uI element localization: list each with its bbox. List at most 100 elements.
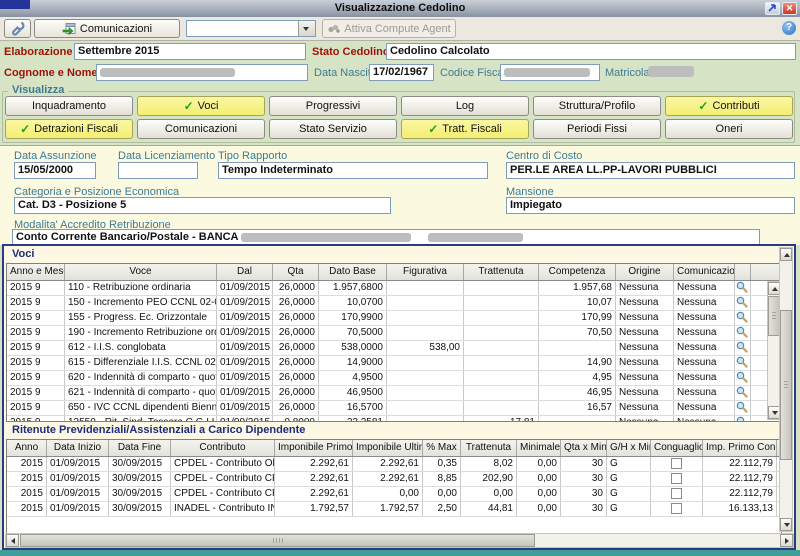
matricola-label: Matricola	[605, 67, 650, 79]
attiva-compute-agent-button[interactable]: Attiva Compute Agent	[322, 19, 456, 38]
ritenute-cell: 0,00	[517, 502, 561, 516]
voci-cell: 01/09/2015	[217, 371, 273, 385]
voci-row[interactable]: 2015 912550 - Rit. Sind. Tessera C.G.I.L…	[7, 416, 781, 422]
magnifier-icon[interactable]	[736, 375, 748, 385]
stato-cedolino-field[interactable]: Cedolino Calcolato	[386, 43, 796, 60]
triangle-left-icon	[11, 538, 15, 544]
check-icon: ✓	[428, 124, 438, 134]
centro-costo-field[interactable]: PER.LE AREA LL.PP-LAVORI PUBBLICI	[506, 162, 795, 179]
scroll-down-button[interactable]	[780, 518, 792, 531]
ritenute-row[interactable]: 201501/09/201530/09/2015CPDEL - Contribu…	[7, 487, 781, 502]
ritenute-row[interactable]: 201501/09/201530/09/2015CPDEL - Contribu…	[7, 472, 781, 487]
voci-row[interactable]: 2015 9620 - Indennità di comparto - quot…	[7, 371, 781, 386]
data-assunzione-field[interactable]: 15/05/2000	[14, 162, 96, 179]
ritenute-column-header-trattenuta: Trattenuta	[461, 440, 517, 456]
ritenute-row[interactable]: 201501/09/201530/09/2015INADEL - Contrib…	[7, 502, 781, 517]
visualizza-button-oneri[interactable]: Oneri	[665, 119, 793, 139]
visualizza-button-inquadramento[interactable]: Inquadramento	[5, 96, 133, 116]
triangle-right-icon	[785, 538, 789, 544]
visualizza-button-contributi[interactable]: ✓Contributi	[665, 96, 793, 116]
voci-cell: 10,07	[539, 296, 616, 310]
conguaglio-checkbox[interactable]	[671, 458, 682, 469]
scroll-up-button[interactable]	[780, 248, 792, 261]
scroll-right-button[interactable]	[780, 534, 793, 547]
voci-row[interactable]: 2015 9612 - I.I.S. conglobata01/09/20152…	[7, 341, 781, 356]
visualizza-button-detrazioni-fiscali[interactable]: ✓Detrazioni Fiscali	[5, 119, 133, 139]
toolbar-combobox[interactable]	[186, 20, 316, 37]
magnifier-icon[interactable]	[736, 330, 748, 340]
voci-cell	[464, 341, 539, 355]
voci-cell: Nessuna	[616, 401, 674, 415]
ritenute-cell: G	[607, 457, 651, 471]
visualizza-button-log[interactable]: Log	[401, 96, 529, 116]
scroll-left-button[interactable]	[6, 534, 19, 547]
scrollbar-thumb[interactable]	[20, 534, 535, 547]
voci-row[interactable]: 2015 9615 - Differenziale I.I.S. CCNL 02…	[7, 356, 781, 371]
voci-cell	[387, 296, 464, 310]
voci-row[interactable]: 2015 9190 - Incremento Retribuzione ordi…	[7, 326, 781, 341]
voci-row[interactable]: 2015 9110 - Retribuzione ordinaria01/09/…	[7, 281, 781, 296]
voci-cell: 620 - Indennità di comparto - quota	[65, 371, 217, 385]
ritenute-cell: 30	[561, 502, 607, 516]
ritenute-column-header-qta-x-min: Qta x Min...	[561, 440, 607, 456]
voci-row[interactable]: 2015 9150 - Incremento PEO CCNL 02-0501/…	[7, 296, 781, 311]
visualizza-button-voci[interactable]: ✓Voci	[137, 96, 265, 116]
voci-row[interactable]: 2015 9650 - IVC CCNL dipendenti Biennio …	[7, 401, 781, 416]
elaborazione-field[interactable]: Settembre 2015	[74, 43, 306, 60]
ritenute-column-header-minimale: Minimale	[517, 440, 561, 456]
magnifier-icon[interactable]	[736, 285, 748, 295]
conguaglio-checkbox[interactable]	[671, 488, 682, 499]
data-nascita-field[interactable]: 17/02/1967	[369, 64, 434, 81]
voci-cell: 16,57	[539, 401, 616, 415]
voci-row[interactable]: 2015 9155 - Progress. Ec. Orizzontale01/…	[7, 311, 781, 326]
voci-cell: 12550 - Rit. Sind. Tessera C.G.I.L.	[65, 416, 217, 422]
data-licenziamento-field[interactable]	[118, 162, 198, 179]
voci-column-header-comunicazione: Comunicazione	[674, 264, 735, 280]
voci-cell	[464, 356, 539, 370]
restore-arrow-icon	[767, 3, 778, 12]
close-button[interactable]: ✕	[782, 2, 797, 15]
tipo-rapporto-field[interactable]: Tempo Indeterminato	[218, 162, 488, 179]
button-label: Detrazioni Fiscali	[34, 123, 118, 135]
codice-fiscale-field[interactable]	[500, 64, 600, 81]
magnifier-icon[interactable]	[736, 390, 748, 400]
voci-cell: 150 - Incremento PEO CCNL 02-05	[65, 296, 217, 310]
visualizza-button-periodi-fissi[interactable]: Periodi Fissi	[533, 119, 661, 139]
conguaglio-checkbox[interactable]	[671, 503, 682, 514]
voci-cell: 2015 9	[7, 341, 65, 355]
ritenute-row[interactable]: 201501/09/201530/09/2015CPDEL - Contribu…	[7, 457, 781, 472]
ritenute-cell: 30	[561, 487, 607, 501]
panel-horizontal-scrollbar[interactable]	[5, 533, 794, 548]
visualizza-button-tratt-fiscali[interactable]: ✓Tratt. Fiscali	[401, 119, 529, 139]
restore-button[interactable]	[765, 2, 780, 15]
tools-button[interactable]	[4, 19, 31, 38]
magnifier-icon[interactable]	[736, 360, 748, 370]
help-icon[interactable]: ?	[782, 21, 796, 35]
visualizza-button-stato-servizio[interactable]: Stato Servizio	[269, 119, 397, 139]
panel-vertical-scrollbar[interactable]	[779, 247, 793, 532]
magnifier-icon[interactable]	[736, 405, 748, 415]
detail-lookup-cell	[735, 401, 751, 415]
ritenute-cell	[651, 487, 703, 501]
voci-cell	[387, 401, 464, 415]
visualizza-button-progressivi[interactable]: Progressivi	[269, 96, 397, 116]
magnifier-icon[interactable]	[736, 315, 748, 325]
mansione-field[interactable]: Impiegato	[506, 197, 795, 214]
ritenute-cell: 0,00	[517, 472, 561, 486]
cognome-nome-field[interactable]	[96, 64, 308, 81]
combobox-dropdown-button[interactable]	[298, 21, 315, 36]
detail-lookup-cell	[735, 341, 751, 355]
magnifier-icon[interactable]	[736, 345, 748, 355]
magnifier-icon[interactable]	[736, 420, 748, 422]
scrollbar-thumb[interactable]	[780, 310, 792, 460]
ritenute-cell: 2.292,61	[275, 487, 353, 501]
thumb-grip	[273, 538, 284, 543]
comunicazioni-button[interactable]: Comunicazioni	[34, 19, 180, 38]
visualizza-button-struttura-profilo[interactable]: Struttura/Profilo	[533, 96, 661, 116]
voci-cell: Nessuna	[674, 281, 735, 295]
voci-row[interactable]: 2015 9621 - Indennità di comparto - quot…	[7, 386, 781, 401]
visualizza-button-comunicazioni[interactable]: Comunicazioni	[137, 119, 265, 139]
categoria-field[interactable]: Cat. D3 - Posizione 5	[14, 197, 391, 214]
magnifier-icon[interactable]	[736, 300, 748, 310]
conguaglio-checkbox[interactable]	[671, 473, 682, 484]
